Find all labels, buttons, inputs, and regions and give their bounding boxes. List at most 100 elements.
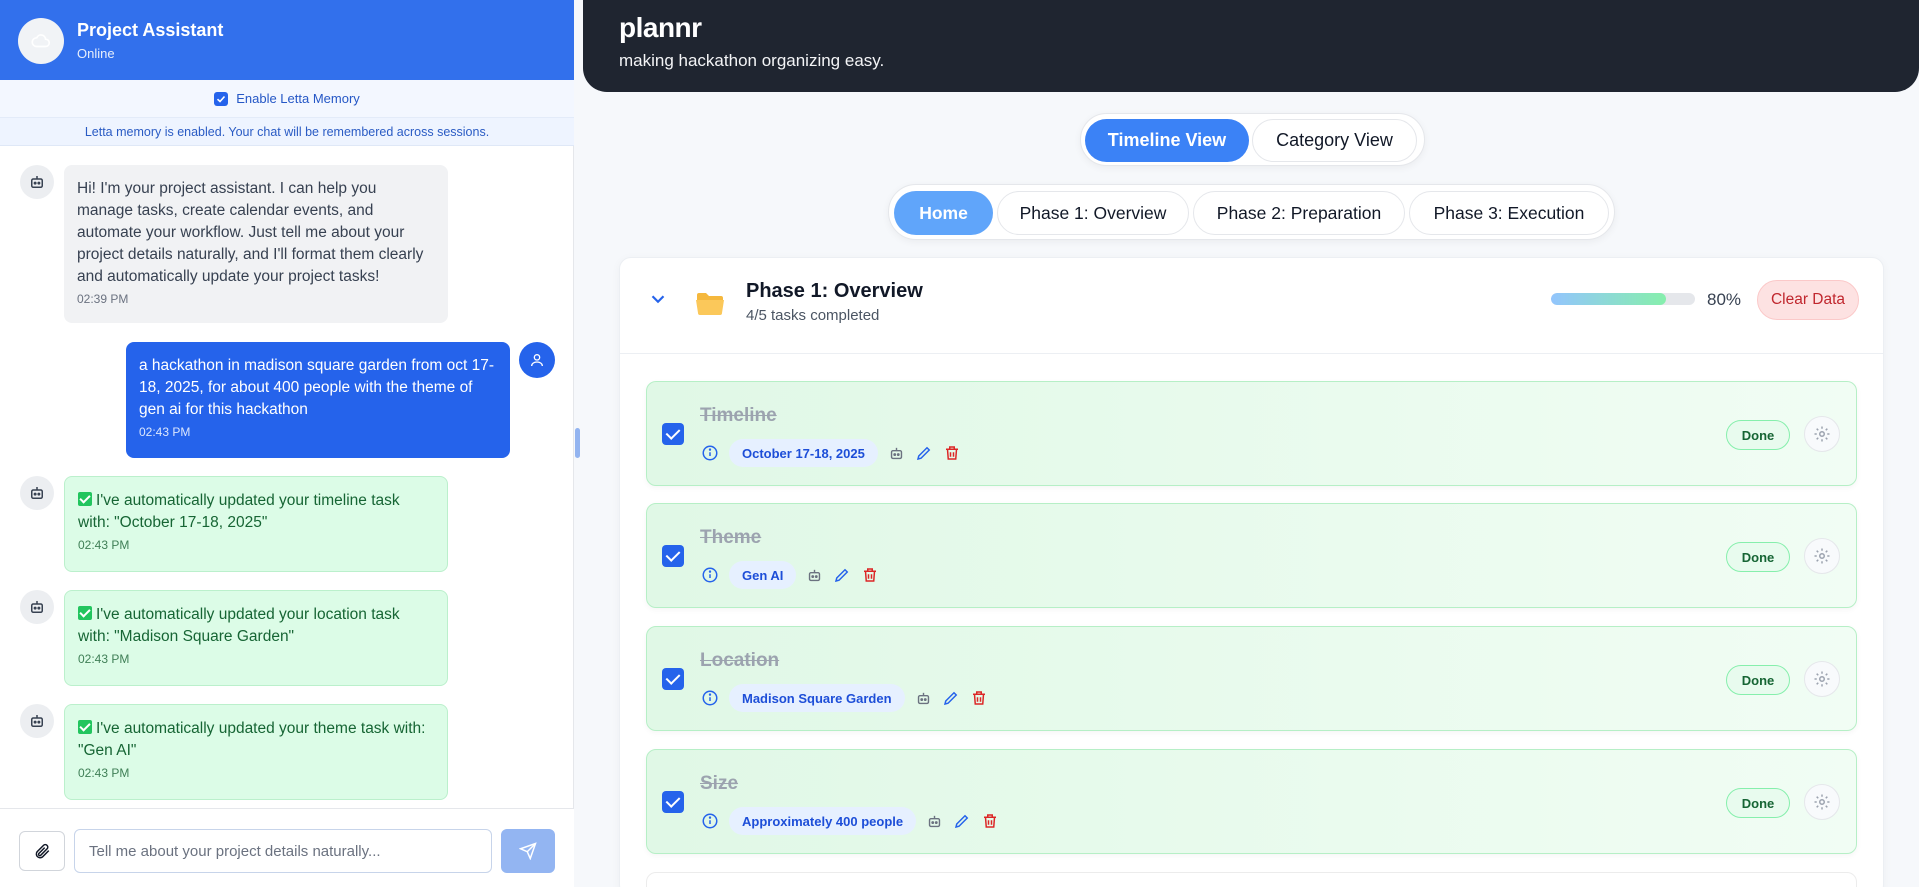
- robot-icon: [31, 487, 43, 499]
- memory-toggle[interactable]: Enable Letta Memory: [0, 80, 574, 118]
- message-time: 02:43 PM: [139, 425, 191, 439]
- send-button[interactable]: [501, 829, 555, 873]
- check-square-icon: [78, 492, 92, 506]
- task-row: Timeline October 17-18, 2025 Done: [646, 381, 1857, 486]
- check-square-icon: [78, 720, 92, 734]
- message-text: Hi! I'm your project assistant. I can he…: [77, 180, 424, 285]
- user-avatar: [519, 342, 555, 378]
- robot-icon[interactable]: [915, 690, 932, 707]
- assistant-avatar: [18, 18, 64, 64]
- trash-icon[interactable]: [943, 444, 961, 462]
- gear-icon: [1814, 426, 1830, 442]
- bot-avatar: [20, 590, 54, 624]
- gear-icon: [1814, 548, 1830, 564]
- task-settings-button[interactable]: [1804, 784, 1840, 820]
- chevron-down-icon[interactable]: [647, 288, 669, 310]
- status-badge: Done: [1726, 542, 1790, 572]
- task-checkbox[interactable]: [662, 545, 684, 567]
- message-assistant-update: I've automatically updated your theme ta…: [64, 704, 448, 800]
- task-meta: Gen AI: [701, 561, 879, 589]
- tab-phase-3[interactable]: Phase 3: Execution: [1409, 191, 1609, 235]
- phase-title: Phase 1: Overview: [746, 280, 923, 302]
- message-assistant-update: I've automatically updated your location…: [64, 590, 448, 686]
- progress-bar: [1551, 293, 1695, 305]
- progress-percent: 80%: [1707, 290, 1742, 309]
- task-settings-button[interactable]: [1804, 416, 1840, 452]
- chat-resize-handle[interactable]: [575, 428, 580, 458]
- chat-title: Project Assistant: [77, 20, 224, 40]
- pencil-icon[interactable]: [833, 566, 851, 584]
- info-icon[interactable]: [701, 444, 719, 462]
- info-icon[interactable]: [701, 689, 719, 707]
- task-value: October 17-18, 2025: [729, 439, 878, 467]
- folder-icon: [696, 293, 724, 315]
- task-value: Approximately 400 people: [729, 807, 917, 835]
- trash-icon[interactable]: [981, 812, 999, 830]
- trash-icon[interactable]: [970, 689, 988, 707]
- message-time: 02:43 PM: [78, 652, 130, 666]
- chat-input[interactable]: [74, 829, 492, 873]
- chat-panel: Project Assistant Online Enable Letta Me…: [0, 0, 574, 887]
- task-name: Size: [700, 773, 739, 794]
- pencil-icon[interactable]: [942, 689, 960, 707]
- memory-toggle-label: Enable Letta Memory: [236, 91, 360, 106]
- task-row: Location Madison Square Garden Done: [646, 626, 1857, 731]
- attach-button[interactable]: [19, 831, 65, 871]
- tagline: making hackathon organizing easy.: [619, 51, 885, 70]
- trash-icon[interactable]: [861, 566, 879, 584]
- app-header: plannr making hackathon organizing easy.: [583, 0, 1919, 92]
- tab-home[interactable]: Home: [894, 191, 993, 235]
- robot-icon[interactable]: [806, 567, 823, 584]
- task-meta: Madison Square Garden: [701, 684, 988, 712]
- task-checkbox[interactable]: [662, 791, 684, 813]
- robot-icon: [31, 715, 43, 727]
- info-icon[interactable]: [701, 812, 719, 830]
- task-settings-button[interactable]: [1804, 538, 1840, 574]
- message-time: 02:43 PM: [78, 538, 130, 552]
- chat-status: Online: [77, 46, 115, 61]
- tab-phase-2[interactable]: Phase 2: Preparation: [1193, 191, 1405, 235]
- clear-data-button[interactable]: Clear Data: [1757, 280, 1859, 320]
- task-meta: Approximately 400 people: [701, 807, 999, 835]
- gear-icon: [1814, 794, 1830, 810]
- message-text: a hackathon in madison square garden fro…: [139, 357, 494, 418]
- pencil-icon[interactable]: [915, 444, 933, 462]
- progress-fill: [1551, 293, 1667, 305]
- category-view-button[interactable]: Category View: [1252, 119, 1417, 162]
- task-row: [646, 872, 1857, 887]
- view-toggle: Timeline View Category View: [1080, 113, 1425, 166]
- status-badge: Done: [1726, 665, 1790, 695]
- message-time: 02:43 PM: [78, 766, 130, 780]
- bot-avatar: [20, 476, 54, 510]
- phase-progress-text: 4/5 tasks completed: [746, 307, 880, 324]
- phase-header[interactable]: Phase 1: Overview 4/5 tasks completed 80…: [620, 258, 1883, 354]
- task-checkbox[interactable]: [662, 423, 684, 445]
- gear-icon: [1814, 671, 1830, 687]
- timeline-view-button[interactable]: Timeline View: [1085, 119, 1249, 162]
- message-time: 02:39 PM: [77, 292, 129, 306]
- task-name: Location: [700, 650, 780, 671]
- paperclip-icon: [35, 843, 50, 859]
- message-text: I've automatically updated your location…: [78, 606, 400, 645]
- message-text: I've automatically updated your timeline…: [78, 492, 400, 531]
- robot-icon[interactable]: [888, 445, 905, 462]
- robot-icon: [31, 176, 43, 188]
- chat-header: Project Assistant Online: [0, 0, 574, 80]
- status-badge: Done: [1726, 420, 1790, 450]
- memory-checkbox[interactable]: [214, 91, 229, 106]
- task-name: Timeline: [700, 405, 777, 426]
- robot-icon[interactable]: [926, 813, 943, 830]
- check-square-icon: [78, 606, 92, 620]
- check-icon: [217, 95, 226, 103]
- task-value: Gen AI: [729, 561, 797, 589]
- task-checkbox[interactable]: [662, 668, 684, 690]
- pencil-icon[interactable]: [953, 812, 971, 830]
- task-meta: October 17-18, 2025: [701, 439, 961, 467]
- task-value: Madison Square Garden: [729, 684, 905, 712]
- cloud-icon: [31, 34, 51, 48]
- task-settings-button[interactable]: [1804, 661, 1840, 697]
- message-assistant: Hi! I'm your project assistant. I can he…: [64, 165, 448, 323]
- memory-note: Letta memory is enabled. Your chat will …: [0, 118, 574, 146]
- info-icon[interactable]: [701, 566, 719, 584]
- tab-phase-1[interactable]: Phase 1: Overview: [997, 191, 1189, 235]
